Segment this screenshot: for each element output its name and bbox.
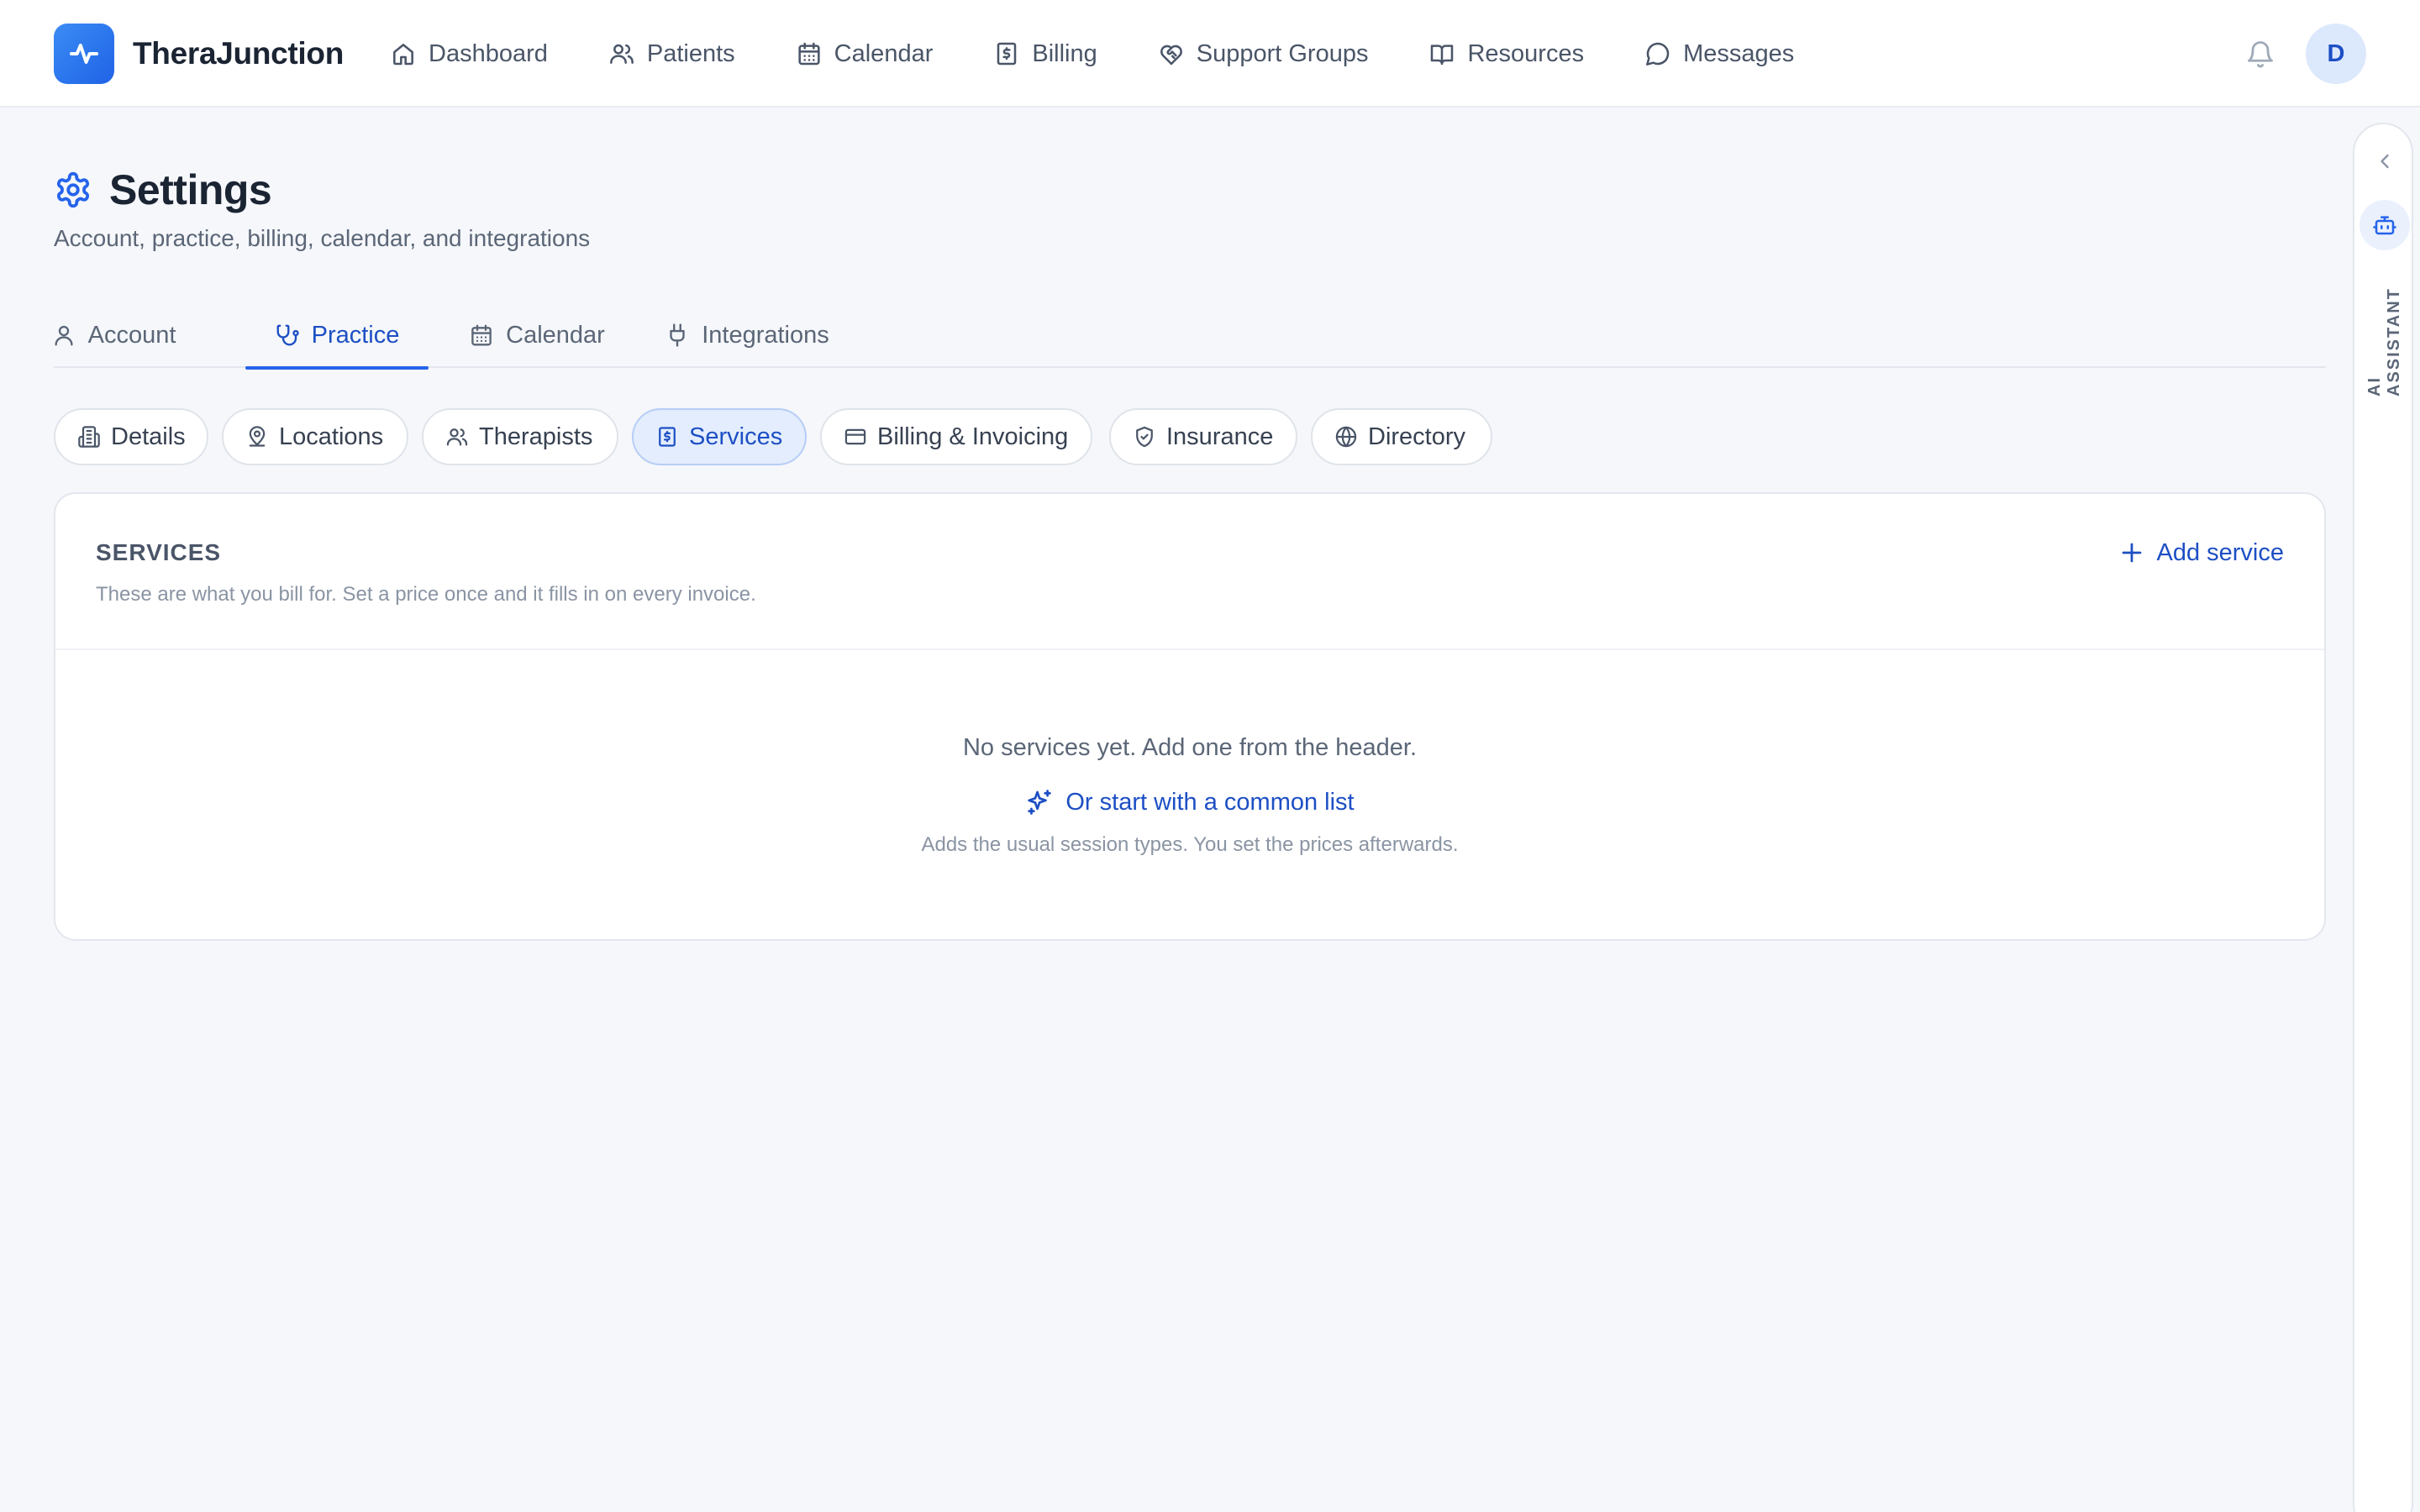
- message-circle-icon: [1644, 40, 1671, 67]
- book-open-icon: [1428, 40, 1455, 67]
- avatar[interactable]: D: [2306, 24, 2366, 84]
- chevron-left-icon[interactable]: [2373, 150, 2396, 173]
- nav-item-messages[interactable]: Messages: [1644, 29, 1794, 79]
- subtab-label: Therapists: [479, 423, 593, 450]
- nav-item-support-groups[interactable]: Support Groups: [1158, 29, 1369, 79]
- nav-item-label: Support Groups: [1196, 39, 1369, 67]
- map-pin-user-icon: [245, 425, 269, 449]
- tab-label: Practice: [311, 321, 400, 349]
- users-icon: [445, 425, 469, 449]
- credit-card-icon: [844, 425, 867, 449]
- subtab-locations[interactable]: Locations: [222, 408, 408, 465]
- subtab-billing-invoicing[interactable]: Billing & Invoicing: [820, 408, 1092, 465]
- brand-name: TheraJunction: [133, 36, 345, 71]
- subtab-label: Billing & Invoicing: [877, 423, 1069, 450]
- calendar-icon: [796, 40, 823, 67]
- empty-state-text: No services yet. Add one from the header…: [962, 734, 1418, 761]
- page-header: Settings: [54, 165, 272, 215]
- nav-item-label: Resources: [1467, 39, 1585, 67]
- ai-assistant-label[interactable]: AI ASSISTANT: [2365, 270, 2403, 396]
- subtab-details[interactable]: Details: [54, 408, 208, 465]
- common-list-button[interactable]: Or start with a common list: [1025, 785, 1355, 820]
- nav-item-label: Dashboard: [429, 39, 548, 67]
- page-subtitle: Account, practice, billing, calendar, an…: [54, 225, 591, 251]
- services-card-description: These are what you bill for. Set a price…: [96, 583, 756, 606]
- activity-pulse-icon: [54, 24, 114, 84]
- subtab-therapists[interactable]: Therapists: [422, 408, 618, 465]
- bell-icon[interactable]: [2245, 39, 2275, 69]
- tab-account[interactable]: Account: [51, 302, 176, 368]
- subtab-label: Details: [111, 423, 186, 450]
- ai-assistant-panel: AI ASSISTANT: [2353, 123, 2413, 1512]
- plug-icon: [665, 323, 690, 348]
- top-navigation-bar: TheraJunction Dashboard Patients Calenda…: [0, 0, 2420, 108]
- brand[interactable]: TheraJunction: [54, 24, 344, 84]
- services-card-header: SERVICES These are what you bill for. Se…: [55, 494, 2324, 650]
- subtab-label: Insurance: [1166, 423, 1274, 450]
- gear-icon: [54, 171, 92, 209]
- subtab-label: Services: [689, 423, 783, 450]
- subtab-label: Locations: [279, 423, 384, 450]
- bot-icon[interactable]: [2360, 200, 2410, 250]
- page-title: Settings: [109, 166, 272, 213]
- subtab-insurance[interactable]: Insurance: [1109, 408, 1297, 465]
- nav-item-dashboard[interactable]: Dashboard: [390, 29, 548, 79]
- shield-check-icon: [1133, 425, 1156, 449]
- nav-item-label: Calendar: [834, 39, 934, 67]
- tab-label: Integrations: [702, 321, 829, 349]
- nav-item-label: Patients: [646, 39, 735, 67]
- tab-calendar[interactable]: Calendar: [460, 302, 613, 368]
- tab-integrations[interactable]: Integrations: [657, 302, 837, 368]
- subtab-label: Directory: [1368, 423, 1466, 450]
- services-card-title: SERVICES: [96, 539, 222, 565]
- tab-label: Account: [87, 321, 176, 349]
- settings-tabs: Account Practice Calendar Integrations: [51, 302, 2326, 370]
- heart-handshake-icon: [1158, 40, 1185, 67]
- subtab-directory[interactable]: Directory: [1311, 408, 1492, 465]
- receipt-dollar-icon: [993, 40, 1020, 67]
- home-icon: [390, 40, 417, 67]
- globe-icon: [1334, 425, 1358, 449]
- common-list-hint: Adds the usual session types. You set th…: [921, 833, 1459, 856]
- add-service-label: Add service: [2156, 538, 2284, 566]
- nav-item-label: Messages: [1683, 39, 1795, 67]
- building-icon: [77, 425, 101, 449]
- plus-icon: [2119, 540, 2144, 565]
- nav-item-billing[interactable]: Billing: [993, 29, 1097, 79]
- receipt-dollar-icon: [655, 425, 679, 449]
- nav-item-label: Billing: [1032, 39, 1097, 67]
- services-card: SERVICES These are what you bill for. Se…: [54, 492, 2326, 941]
- subtab-services[interactable]: Services: [632, 408, 807, 465]
- main-nav: Dashboard Patients Calendar Billing Supp…: [390, 29, 1854, 79]
- tab-practice[interactable]: Practice: [245, 302, 429, 370]
- sparkles-icon: [1025, 788, 1054, 816]
- add-service-button[interactable]: Add service: [2119, 536, 2284, 570]
- user-icon: [51, 323, 76, 348]
- stethoscope-icon: [275, 323, 300, 348]
- calendar-icon: [469, 323, 494, 348]
- users-icon: [608, 40, 635, 67]
- nav-item-calendar[interactable]: Calendar: [796, 29, 934, 79]
- nav-item-patients[interactable]: Patients: [608, 29, 735, 79]
- tab-label: Calendar: [506, 321, 605, 349]
- nav-item-resources[interactable]: Resources: [1428, 29, 1584, 79]
- common-list-label: Or start with a common list: [1065, 788, 1355, 816]
